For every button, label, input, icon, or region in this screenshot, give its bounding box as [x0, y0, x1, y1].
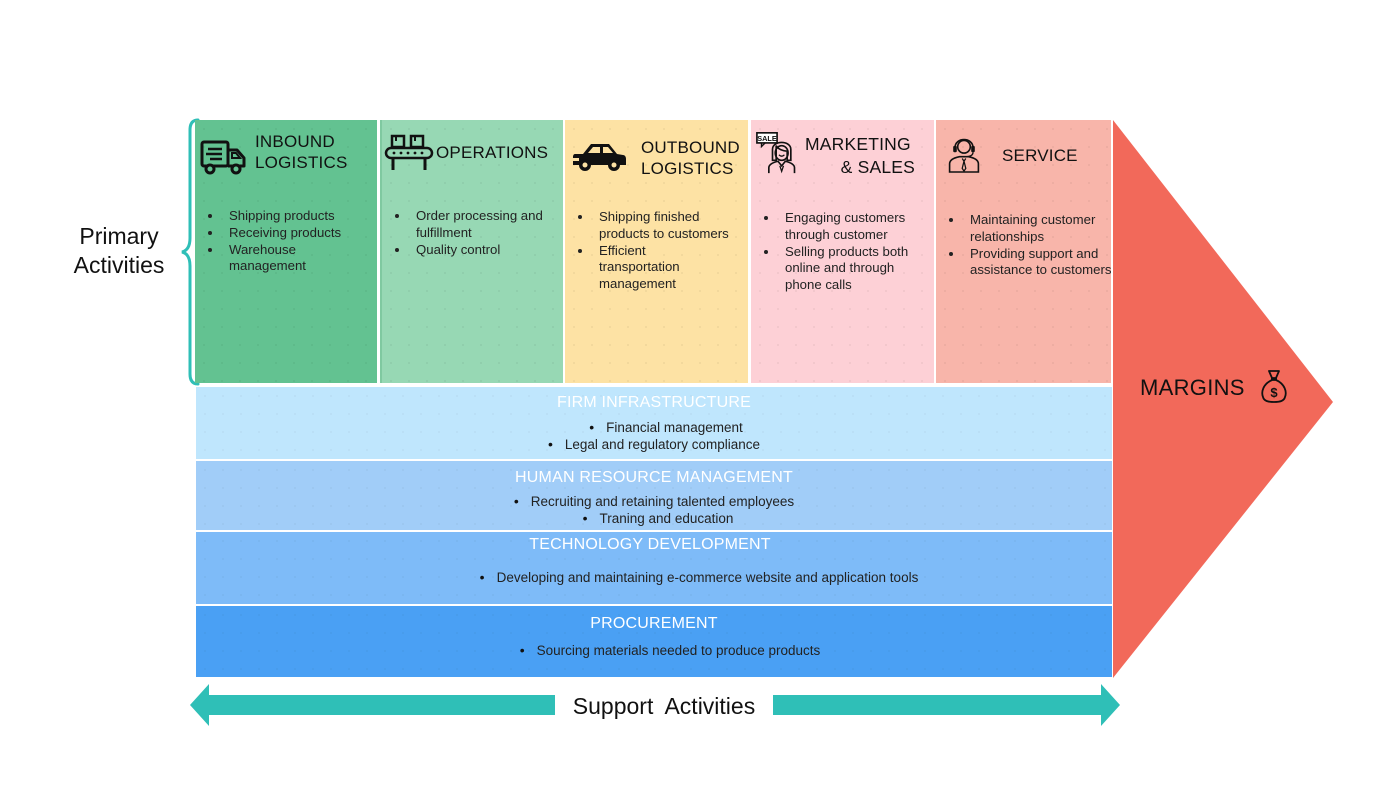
sale-badge-text: SALE	[757, 134, 777, 143]
column-title-line: OPERATIONS	[436, 143, 549, 162]
list-item: Legal and regulatory compliance	[196, 436, 1112, 453]
list-item: Shipping products	[223, 208, 373, 225]
column-item-list: Shipping products Receiving products War…	[203, 208, 373, 275]
primary-column-operations: OPERATIONS Order processing and fulfillm…	[380, 120, 563, 383]
column-title: OUTBOUND LOGISTICS	[641, 137, 740, 179]
column-title-line: INBOUND	[255, 132, 335, 151]
column-item-list: Engaging customers through customer Sell…	[759, 210, 930, 294]
primary-activities-label: Primary Activities	[56, 222, 182, 280]
primary-column-service: SERVICE Maintaining customer relationshi…	[936, 120, 1111, 383]
column-item-list: Order processing and fulfillment Quality…	[390, 208, 559, 258]
column-title: SERVICE	[1002, 145, 1078, 166]
column-title-line: SERVICE	[1002, 146, 1078, 165]
column-title-line: & SALES	[840, 157, 915, 177]
list-item: Traning and education	[196, 510, 1112, 527]
list-item: Shipping finished products to customers	[593, 209, 744, 243]
support-row-human-resource-management: HUMAN RESOURCE MANAGEMENT Recruiting and…	[196, 461, 1112, 530]
column-header: SERVICE	[936, 130, 1111, 190]
list-item: Selling products both online and through…	[779, 244, 930, 294]
support-activities-label: Support Activities	[555, 690, 773, 722]
primary-activities-label-line-1: Primary	[79, 223, 159, 249]
row-title: HUMAN RESOURCE MANAGEMENT	[515, 469, 793, 486]
row-title: PROCUREMENT	[590, 615, 718, 632]
list-item: Engaging customers through customer	[779, 210, 925, 244]
conveyor-belt-icon	[384, 134, 434, 170]
list-item: Financial management	[196, 419, 1112, 436]
customer-support-headset-icon	[948, 138, 980, 173]
row-item-list: Recruiting and retaining talented employ…	[196, 493, 1112, 527]
list-item: Order processing and fulfillment	[410, 208, 559, 242]
primary-column-marketing-sales: SALE MARKETING & SALES Engaging customer…	[751, 120, 934, 383]
support-row-firm-infrastructure: FIRM INFRASTRUCTURE Financial management…	[196, 387, 1112, 459]
list-item: Providing support and assistance to cust…	[964, 246, 1111, 280]
list-item: Quality control	[410, 242, 559, 259]
column-title-line: LOGISTICS	[641, 159, 734, 178]
car-icon	[571, 144, 626, 171]
column-title: INBOUND LOGISTICS	[255, 131, 348, 173]
primary-activities-label-line-2: Activities	[73, 252, 165, 278]
margins-label: MARGINS	[1140, 375, 1245, 400]
support-row-technology-development: TECHNOLOGY DEVELOPMENT Developing and ma…	[196, 532, 1112, 604]
column-title-line: LOGISTICS	[255, 153, 348, 172]
primary-column-outbound-logistics: OUTBOUND LOGISTICS Shipping finished pro…	[565, 120, 748, 383]
saleswoman-icon: SALE	[756, 132, 796, 174]
column-item-list: Maintaining customer relationships Provi…	[944, 212, 1111, 279]
list-item: Sourcing materials needed to produce pro…	[196, 642, 1112, 659]
row-title: TECHNOLOGY DEVELOPMENT	[529, 536, 771, 553]
delivery-truck-icon	[200, 140, 246, 175]
column-header: OUTBOUND LOGISTICS	[565, 130, 748, 190]
svg-text:$: $	[1270, 385, 1278, 400]
column-header: INBOUND LOGISTICS	[195, 130, 377, 190]
column-header: OPERATIONS	[382, 130, 563, 190]
money-bag-icon: $	[1261, 370, 1287, 403]
list-item: Recruiting and retaining talented employ…	[196, 493, 1112, 510]
row-item-list: Sourcing materials needed to produce pro…	[196, 642, 1112, 659]
column-item-list: Shipping finished products to customers …	[573, 209, 744, 293]
list-item: Developing and maintaining e-commerce we…	[196, 569, 1112, 586]
column-header: SALE MARKETING & SALES	[751, 130, 934, 190]
column-title-line: MARKETING	[805, 134, 911, 154]
row-item-list: Developing and maintaining e-commerce we…	[196, 569, 1112, 586]
column-title-line: OUTBOUND	[641, 138, 740, 157]
primary-column-inbound-logistics: INBOUND LOGISTICS Shipping products Rece…	[195, 120, 377, 383]
column-title: MARKETING & SALES	[805, 133, 915, 179]
list-item: Warehouse management	[223, 242, 329, 276]
list-item: Receiving products	[223, 225, 373, 242]
row-item-list: Financial management Legal and regulator…	[196, 419, 1112, 453]
column-title: OPERATIONS	[436, 142, 548, 163]
list-item: Maintaining customer relationships	[964, 212, 1110, 246]
row-title: FIRM INFRASTRUCTURE	[556, 394, 751, 411]
support-row-procurement: PROCUREMENT Sourcing materials needed to…	[196, 606, 1112, 677]
list-item: Efficient transportation management	[593, 243, 709, 293]
